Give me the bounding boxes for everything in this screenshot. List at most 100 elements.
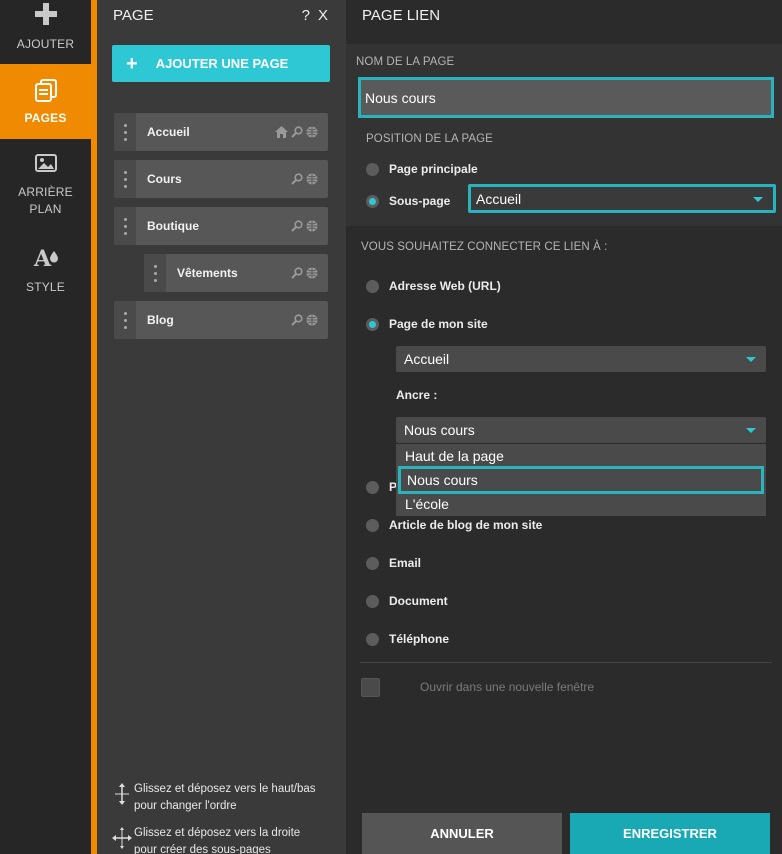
radio-document[interactable]: Document bbox=[366, 594, 448, 608]
connect-caption: VOUS SOUHAITEZ CONNECTER CE LIEN À : bbox=[361, 241, 608, 253]
page-position-caption: POSITION DE LA PAGE bbox=[366, 133, 493, 145]
hint-reorder: Glissez et déposez vers le haut/bas pour… bbox=[110, 781, 316, 815]
drag-handle-icon[interactable] bbox=[114, 113, 136, 151]
new-window-checkbox[interactable] bbox=[361, 678, 380, 697]
rail-item-style[interactable]: A STYLE bbox=[0, 240, 91, 300]
radio-phone[interactable]: Téléphone bbox=[366, 632, 449, 646]
radio-button[interactable] bbox=[366, 162, 379, 176]
seo-search-icon[interactable] bbox=[291, 220, 303, 232]
radio-button[interactable] bbox=[366, 279, 379, 293]
drag-handle-icon[interactable] bbox=[114, 301, 136, 339]
hint-reorder-line1: Glissez et déposez vers le haut/bas bbox=[134, 783, 316, 795]
anchor-label: Ancre : bbox=[396, 388, 438, 402]
chevron-down-icon bbox=[746, 357, 756, 362]
radio-hidden-option[interactable]: P bbox=[366, 480, 397, 494]
radio-page-principale[interactable]: Page principale bbox=[366, 162, 478, 176]
rail-item-ajouter[interactable]: AJOUTER bbox=[0, 0, 91, 64]
radio-button[interactable] bbox=[366, 480, 379, 494]
pages-icon bbox=[34, 79, 57, 102]
globe-icon[interactable] bbox=[306, 126, 318, 138]
radio-url[interactable]: Adresse Web (URL) bbox=[366, 279, 501, 293]
radio-button[interactable] bbox=[366, 317, 379, 331]
rail-item-pages[interactable]: PAGES bbox=[0, 64, 91, 139]
radio-label: Document bbox=[389, 594, 448, 608]
globe-icon[interactable] bbox=[306, 267, 318, 279]
parent-page-value: Accueil bbox=[476, 190, 522, 207]
home-icon bbox=[275, 126, 288, 138]
move-all-icon bbox=[112, 827, 132, 849]
radio-label: Adresse Web (URL) bbox=[389, 279, 501, 293]
page-item-blog[interactable]: Blog bbox=[114, 301, 328, 339]
page-item-vetements[interactable]: Vêtements bbox=[144, 254, 328, 292]
site-page-value: Accueil bbox=[404, 351, 450, 367]
chevron-down-icon bbox=[746, 428, 756, 433]
radio-label: Page principale bbox=[389, 162, 478, 176]
seo-search-icon[interactable] bbox=[291, 126, 303, 138]
page-item-cours[interactable]: Cours bbox=[114, 160, 328, 198]
radio-blog[interactable]: Article de blog de mon site bbox=[366, 518, 542, 532]
globe-icon[interactable] bbox=[306, 173, 318, 185]
anchor-option[interactable]: Haut de la page bbox=[396, 444, 766, 468]
radio-sous-page[interactable]: Sous-page bbox=[366, 194, 450, 208]
panel-controls: ?X bbox=[302, 7, 328, 24]
hint-subpage-line2: pour créer des sous-pages bbox=[134, 844, 271, 854]
globe-icon[interactable] bbox=[306, 220, 318, 232]
page-name-caption: NOM DE LA PAGE bbox=[356, 56, 455, 68]
rail-item-label: PAGES bbox=[24, 111, 67, 125]
rail-item-label: AJOUTER bbox=[16, 37, 75, 51]
anchor-select[interactable]: Nous cours bbox=[396, 417, 766, 443]
anchor-option-selected[interactable]: Nous cours bbox=[398, 466, 764, 494]
style-icon: A bbox=[33, 246, 58, 269]
globe-icon[interactable] bbox=[306, 314, 318, 326]
radio-button[interactable] bbox=[366, 518, 379, 532]
plus-icon: + bbox=[126, 52, 138, 75]
add-page-button[interactable]: + AJOUTER UNE PAGE bbox=[112, 45, 330, 82]
drag-handle-icon[interactable] bbox=[114, 207, 136, 245]
radio-label: Sous-page bbox=[389, 194, 451, 208]
page-item-label: Vêtements bbox=[177, 266, 238, 280]
page-panel: PAGE ?X + AJOUTER UNE PAGE Accueil Cours… bbox=[97, 0, 346, 854]
chevron-down-icon bbox=[753, 196, 763, 202]
page-name-input[interactable] bbox=[361, 80, 771, 115]
seo-search-icon[interactable] bbox=[291, 267, 303, 279]
page-link-form: PAGE LIEN NOM DE LA PAGE POSITION DE LA … bbox=[346, 0, 782, 854]
anchor-option[interactable]: L'école bbox=[396, 492, 766, 516]
hint-reorder-line2: pour changer l'ordre bbox=[134, 800, 237, 812]
seo-search-icon[interactable] bbox=[291, 314, 303, 326]
help-button[interactable]: ? bbox=[302, 7, 318, 24]
form-title: PAGE LIEN bbox=[362, 7, 441, 24]
radio-button[interactable] bbox=[366, 194, 379, 208]
plus-icon bbox=[34, 3, 57, 25]
cancel-button[interactable]: ANNULER bbox=[362, 813, 562, 854]
new-window-label: Ouvrir dans une nouvelle fenêtre bbox=[420, 680, 595, 694]
close-button[interactable]: X bbox=[318, 7, 328, 24]
radio-site-page[interactable]: Page de mon site bbox=[366, 317, 488, 331]
rail-item-label: STYLE bbox=[25, 280, 65, 294]
radio-button[interactable] bbox=[366, 632, 379, 646]
hint-subpage-line1: Glissez et déposez vers la droite bbox=[134, 827, 301, 839]
drag-handle-icon[interactable] bbox=[144, 254, 166, 292]
radio-email[interactable]: Email bbox=[366, 556, 421, 570]
left-rail: AJOUTER PAGES ARRIÈRE PLAN A STYLE bbox=[0, 0, 91, 854]
site-page-select[interactable]: Accueil bbox=[396, 346, 766, 372]
seo-search-icon[interactable] bbox=[291, 173, 303, 185]
page-item-label: Accueil bbox=[147, 125, 190, 139]
page-name-field[interactable] bbox=[358, 77, 774, 118]
page-item-accueil[interactable]: Accueil bbox=[114, 113, 328, 151]
rail-item-arriere-plan[interactable]: ARRIÈRE PLAN bbox=[0, 139, 91, 223]
radio-button[interactable] bbox=[366, 556, 379, 570]
page-item-label: Blog bbox=[147, 313, 174, 327]
save-button[interactable]: ENREGISTRER bbox=[570, 813, 770, 854]
anchor-value: Nous cours bbox=[404, 422, 475, 438]
add-page-label: AJOUTER UNE PAGE bbox=[155, 56, 289, 71]
page-item-label: Cours bbox=[147, 172, 182, 186]
svg-text:A: A bbox=[33, 246, 52, 269]
drag-handle-icon[interactable] bbox=[114, 160, 136, 198]
image-icon bbox=[34, 154, 57, 172]
parent-page-select[interactable]: Accueil bbox=[468, 184, 776, 213]
panel-title: PAGE bbox=[113, 7, 154, 24]
page-item-boutique[interactable]: Boutique bbox=[114, 207, 328, 245]
radio-button[interactable] bbox=[366, 594, 379, 608]
radio-label: Téléphone bbox=[389, 632, 450, 646]
radio-label: Article de blog de mon site bbox=[389, 518, 543, 532]
